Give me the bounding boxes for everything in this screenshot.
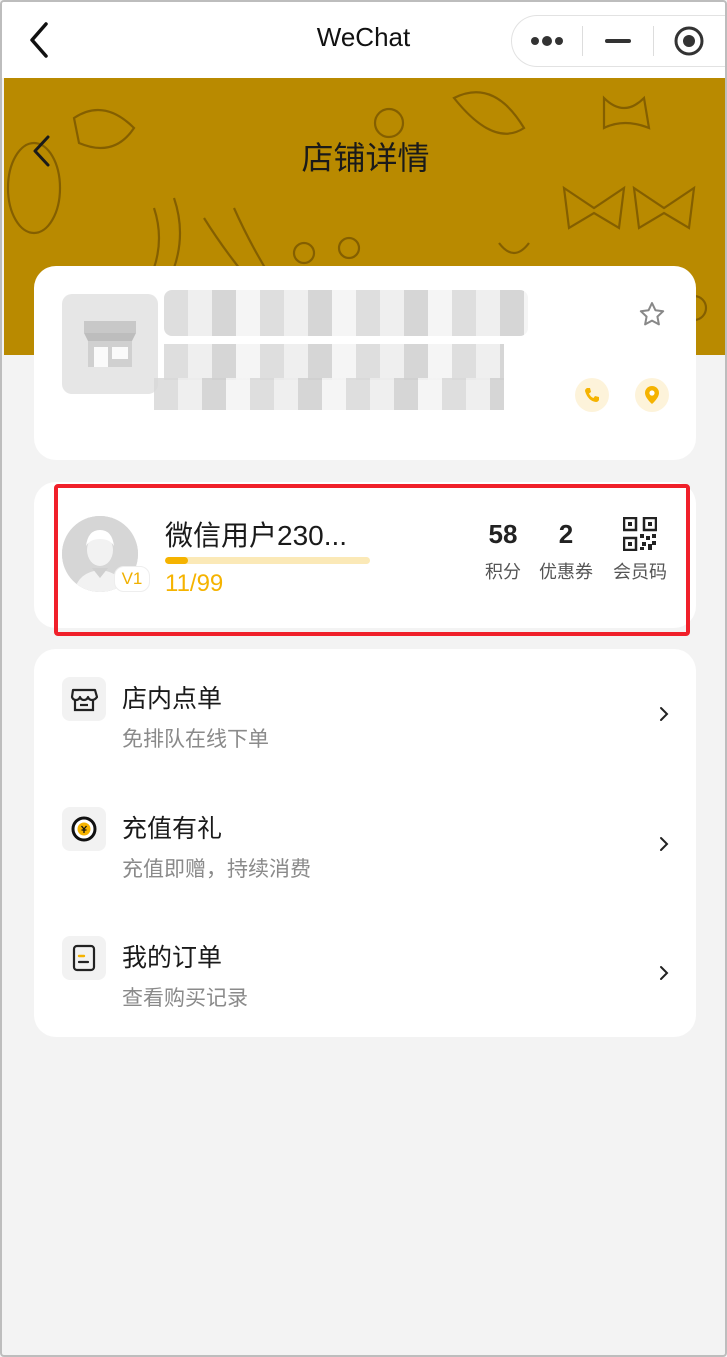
location-icon[interactable] [635,378,669,412]
menu-item-recharge[interactable]: 充值有礼 充值即赠，持续消费 [34,779,696,908]
more-icon[interactable] [512,15,582,67]
menu-card: 店内点单 免排队在线下单 充值有礼 充值即赠，持续消费 我的订单 查看购买记录 [34,649,696,1037]
blurred-store-name [164,290,528,336]
menu-item-title: 店内点单 [122,685,223,713]
menu-item-subtitle: 查看购买记录 [122,987,248,1010]
page-title: 店铺详情 [301,140,430,176]
chevron-right-icon [658,705,670,723]
menu-item-subtitle: 免排队在线下单 [122,728,269,751]
chevron-right-icon [658,835,670,853]
menu-item-my-orders[interactable]: 我的订单 查看购买记录 [34,908,696,1037]
menu-item-subtitle: 充值即赠，持续消费 [122,858,311,881]
app-window: WeChat 店铺详情 V1 微信用户230... 11/99 58 积分 2 … [0,0,727,1357]
store-order-icon [62,677,106,721]
menu-item-title: 充值有礼 [122,815,223,843]
blurred-store-address [154,378,504,410]
wechat-title-bar: WeChat [2,2,725,78]
menu-item-store-order[interactable]: 店内点单 免排队在线下单 [34,649,696,778]
blurred-store-detail [164,344,504,380]
order-list-icon [62,936,106,980]
phone-icon[interactable] [575,378,609,412]
chevron-right-icon [658,964,670,982]
minimize-icon[interactable] [583,15,653,67]
shop-icon [62,294,158,394]
capsule-menu [511,15,725,67]
member-card-highlight-box [54,484,690,636]
close-target-icon[interactable] [654,15,724,67]
store-info-card [34,266,696,460]
menu-item-title: 我的订单 [122,944,223,972]
star-icon[interactable] [638,300,666,328]
coin-icon [62,807,106,851]
